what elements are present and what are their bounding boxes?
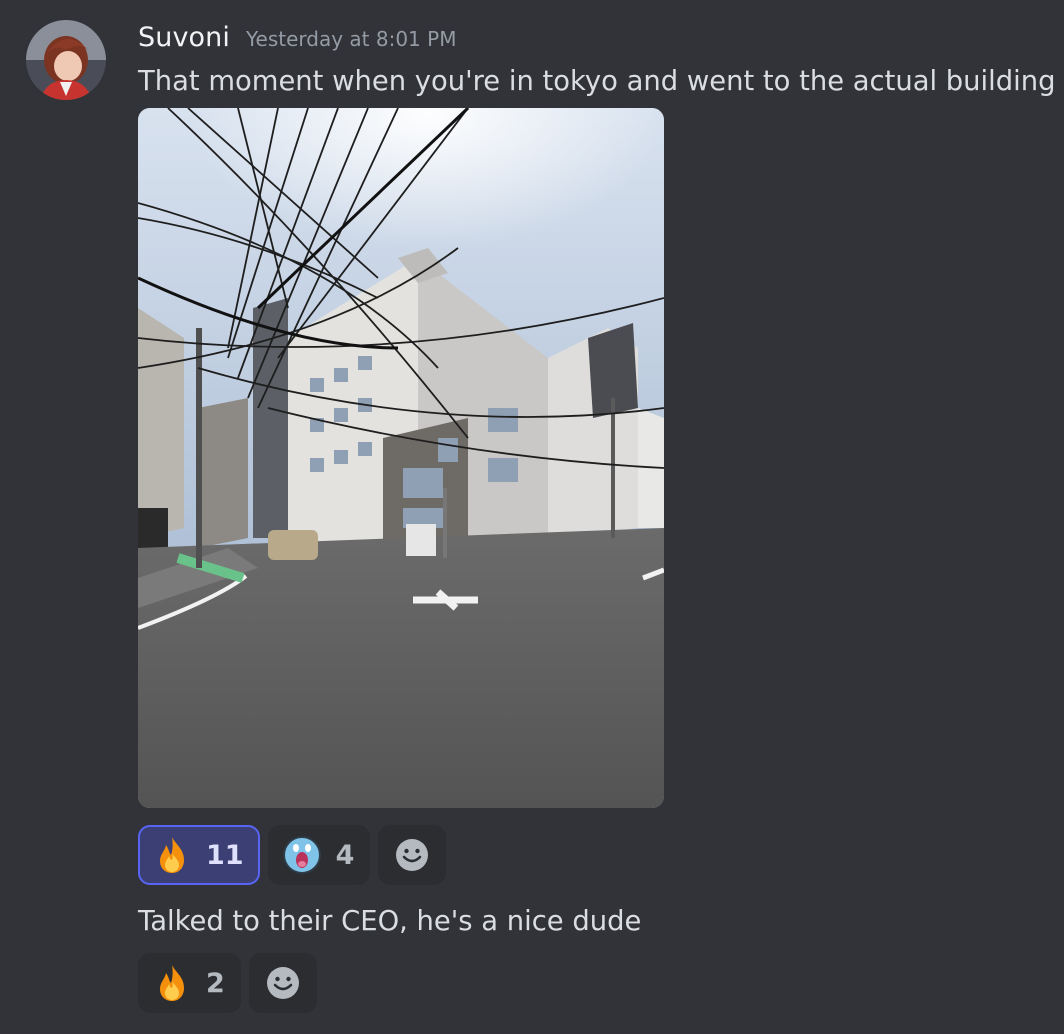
avatar[interactable] [26,20,106,100]
chat-message: Suvoni Yesterday at 8:01 PM That moment … [0,0,1064,1034]
username[interactable]: Suvoni [138,22,230,53]
smiley-add-reaction-icon [396,839,429,871]
reaction-surprised[interactable]: 4 [267,825,371,885]
message-text: That moment when you're in tokyo and wen… [138,66,1056,97]
street-photo [138,108,664,808]
reaction-count: 4 [335,839,355,871]
image-attachment[interactable] [138,108,664,808]
reaction-count: 2 [206,967,225,999]
avatar-image [26,20,106,100]
reaction-fire[interactable]: 11 [138,825,260,885]
add-reaction-button[interactable] [248,953,317,1013]
surprised-face-icon [282,836,321,874]
message-header: Suvoni Yesterday at 8:01 PM [138,22,456,56]
reaction-count: 11 [206,839,244,871]
message-text: Talked to their CEO, he's a nice dude [138,906,642,937]
fire-icon [160,837,184,873]
reaction-fire[interactable]: 2 [138,953,241,1013]
reaction-bar: 11 4 [138,825,447,885]
smiley-add-reaction-icon [266,967,299,999]
reaction-bar: 2 [138,953,317,1013]
add-reaction-button[interactable] [378,825,447,885]
timestamp[interactable]: Yesterday at 8:01 PM [246,27,457,51]
fire-icon [160,965,184,1001]
